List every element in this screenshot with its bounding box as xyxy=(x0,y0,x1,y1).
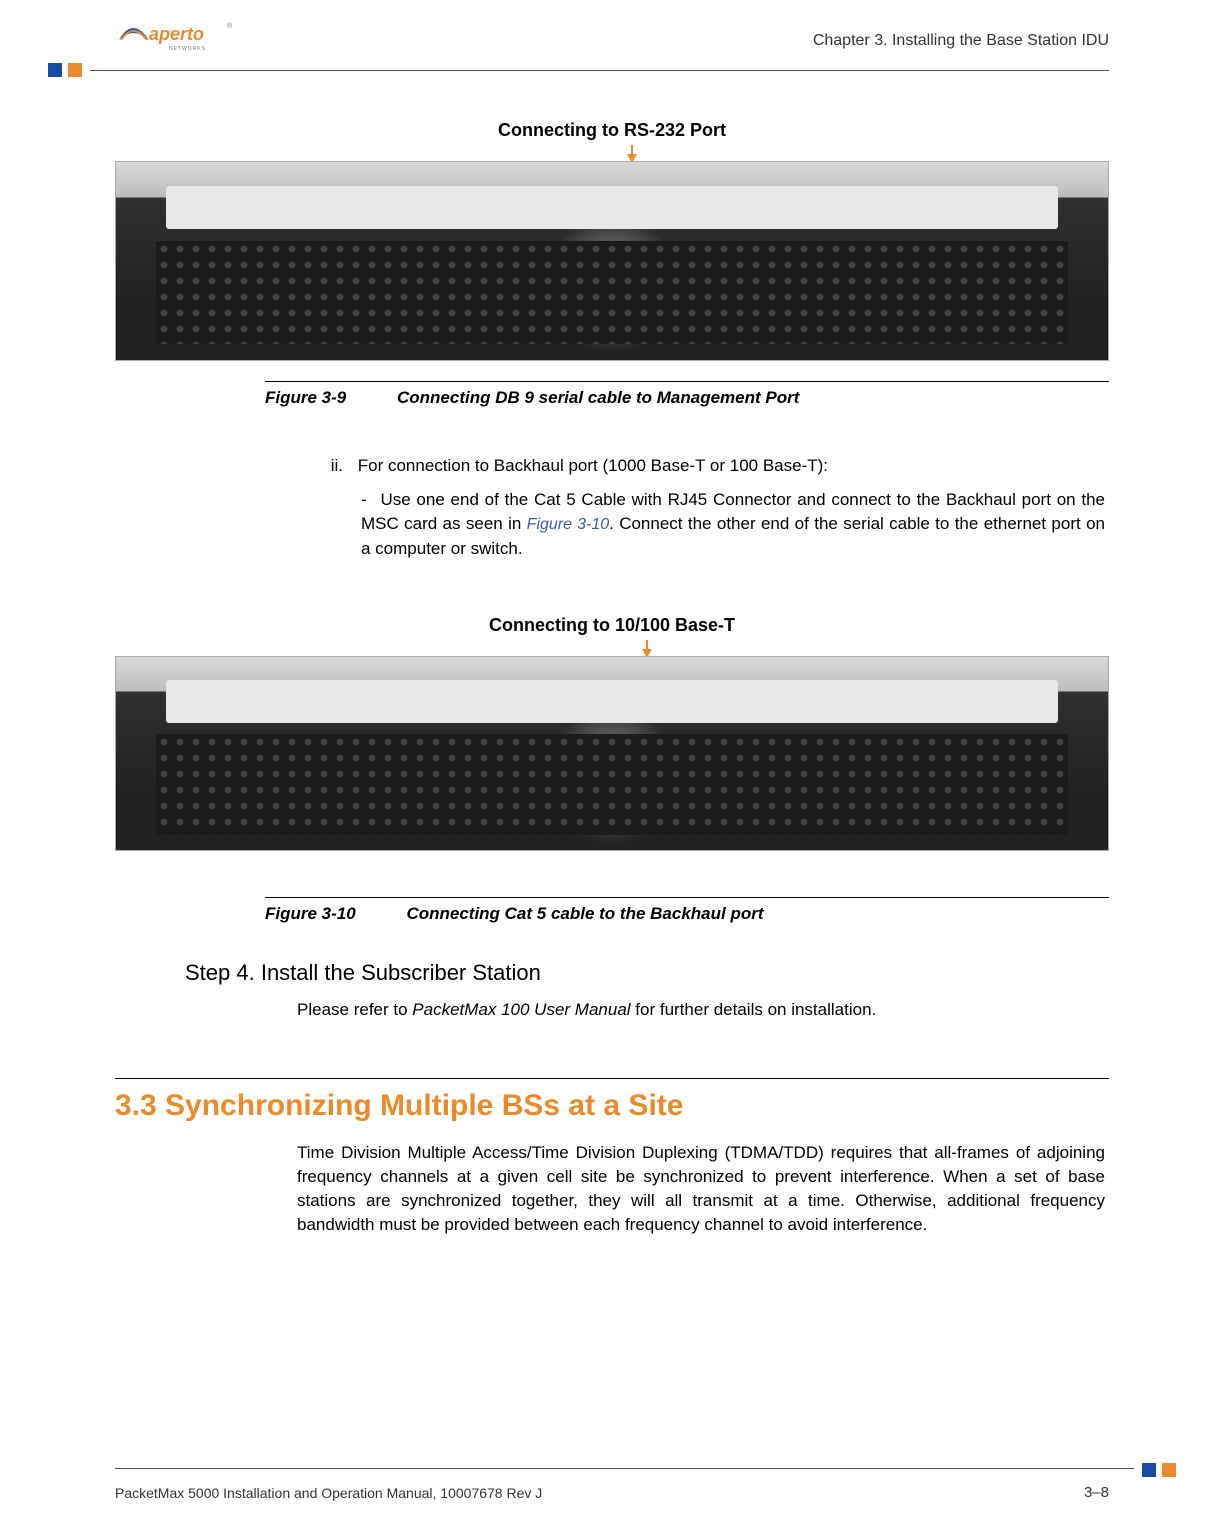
section-3-3-body: Time Division Multiple Access/Time Divis… xyxy=(297,1141,1109,1238)
figure1-label: Figure 3-9 xyxy=(265,388,346,407)
figure2-label: Figure 3-10 xyxy=(265,904,356,923)
logo: aperto NETWORKS ® xyxy=(115,18,245,54)
footer-page-number: 3–8 xyxy=(1084,1484,1109,1501)
footer-rule xyxy=(115,1468,1134,1469)
figure1-callout: Connecting to RS-232 Port xyxy=(115,120,1109,141)
chapter-header: Chapter 3. Installing the Base Station I… xyxy=(813,32,1109,50)
step-ii-lead: For connection to Backhaul port (1000 Ba… xyxy=(358,456,828,475)
step-ii: ii. For connection to Backhaul port (100… xyxy=(315,454,1109,561)
figure2-caption: Figure 3-10 Connecting Cat 5 cable to th… xyxy=(265,897,1109,924)
svg-text:®: ® xyxy=(227,22,233,30)
figure2-title: Connecting Cat 5 cable to the Backhaul p… xyxy=(406,904,763,923)
figure2-arrow xyxy=(115,640,1109,656)
figure1-arrow xyxy=(115,145,1109,161)
header-accent-squares xyxy=(48,63,82,77)
step4-title: Step 4. Install the Subscriber Station xyxy=(185,960,1109,986)
step4: Step 4. Install the Subscriber Station P… xyxy=(185,960,1109,1020)
figure2-photo xyxy=(115,656,1109,851)
figure2-callout: Connecting to 10/100 Base-T xyxy=(115,615,1109,636)
figure-ref-link[interactable]: Figure 3-10 xyxy=(527,516,609,533)
section-rule xyxy=(115,1078,1109,1079)
step-ii-dash-item: - Use one end of the Cat 5 Cable with RJ… xyxy=(361,488,1109,561)
logo-subtext: NETWORKS xyxy=(169,46,206,52)
figure1-photo xyxy=(115,161,1109,361)
footer-left: PacketMax 5000 Installation and Operatio… xyxy=(115,1485,542,1501)
footer-accent-squares xyxy=(1142,1463,1176,1477)
figure1-title: Connecting DB 9 serial cable to Manageme… xyxy=(397,388,799,407)
step-ii-roman: ii. xyxy=(315,454,343,478)
figure1-caption: Figure 3-9 Connecting DB 9 serial cable … xyxy=(265,381,1109,408)
step4-body: Please refer to PacketMax 100 User Manua… xyxy=(297,1000,1109,1020)
header-rule xyxy=(90,70,1109,71)
section-3-3-title: 3.3 Synchronizing Multiple BSs at a Site xyxy=(115,1089,1109,1123)
logo-text: aperto xyxy=(149,24,204,44)
